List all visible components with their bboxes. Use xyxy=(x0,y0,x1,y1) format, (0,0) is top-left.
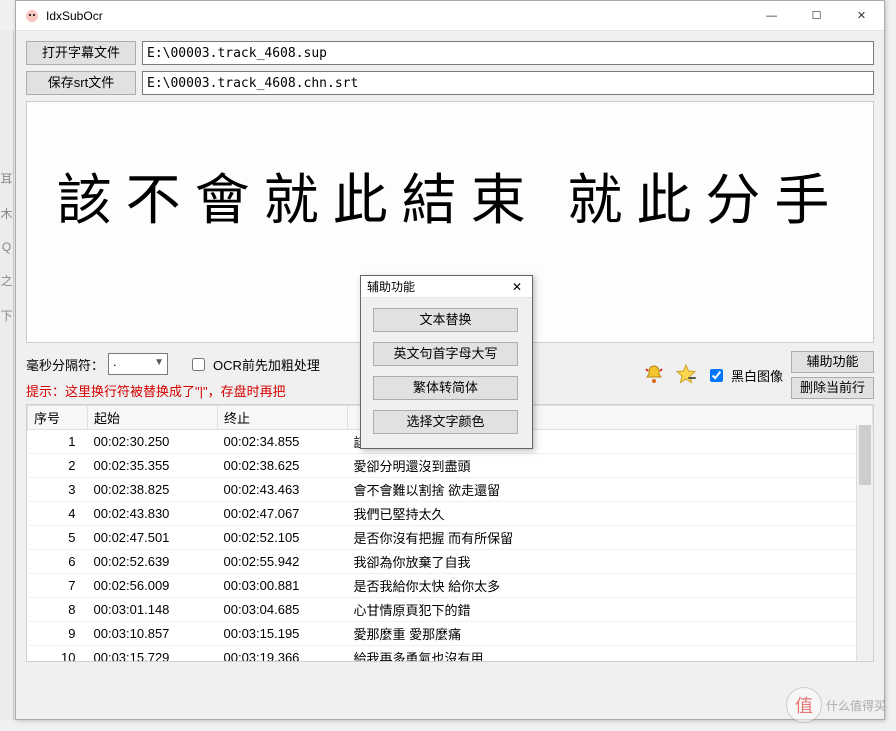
background-sliver: 耳木Q之下 xyxy=(0,30,14,720)
dialog-close-button[interactable]: ✕ xyxy=(506,280,528,294)
bell-icon[interactable] xyxy=(642,363,666,387)
minimize-button[interactable]: — xyxy=(749,1,794,30)
separator-combo[interactable]: . xyxy=(108,353,168,375)
table-row[interactable]: 700:02:56.00900:03:00.881是否我給你太快 給你太多 xyxy=(28,574,873,598)
text-color-button[interactable]: 选择文字颜色 xyxy=(373,410,518,434)
table-row[interactable]: 300:02:38.82500:02:43.463會不會難以割捨 欲走還留 xyxy=(28,478,873,502)
window-title: IdxSubOcr xyxy=(46,9,749,23)
capitalize-button[interactable]: 英文句首字母大写 xyxy=(373,342,518,366)
table-scrollbar[interactable] xyxy=(856,425,873,661)
dialog-title: 辅助功能 xyxy=(367,278,506,295)
table-row[interactable]: 1000:03:15.72900:03:19.366給我再多勇氣也沒有用 xyxy=(28,646,873,663)
col-end[interactable]: 终止 xyxy=(218,406,348,430)
table-row[interactable]: 900:03:10.85700:03:15.195愛那麼重 愛那麼痛 xyxy=(28,622,873,646)
open-path-input[interactable] xyxy=(142,41,874,65)
maximize-button[interactable]: ☐ xyxy=(794,1,839,30)
table-row[interactable]: 600:02:52.63900:02:55.942我卻為你放棄了自我 xyxy=(28,550,873,574)
watermark: 值 什么值得买 xyxy=(786,687,886,723)
text-replace-button[interactable]: 文本替换 xyxy=(373,308,518,332)
bw-checkbox[interactable]: 黑白图像 xyxy=(706,366,783,385)
star-icon[interactable] xyxy=(674,363,698,387)
save-srt-button[interactable]: 保存srt文件 xyxy=(26,71,136,95)
aux-dialog: 辅助功能 ✕ 文本替换 英文句首字母大写 繁体转简体 选择文字颜色 xyxy=(360,275,533,449)
col-start[interactable]: 起始 xyxy=(88,406,218,430)
col-number[interactable]: 序号 xyxy=(28,406,88,430)
ocr-bold-checkbox[interactable]: OCR前先加粗处理 xyxy=(188,355,320,374)
app-icon xyxy=(24,8,40,24)
table-row[interactable]: 800:03:01.14800:03:04.685心甘情原頁犯下的錯 xyxy=(28,598,873,622)
aux-button[interactable]: 辅助功能 xyxy=(791,351,874,373)
save-path-input[interactable] xyxy=(142,71,874,95)
watermark-icon: 值 xyxy=(786,687,822,723)
scroll-thumb[interactable] xyxy=(859,425,871,485)
dialog-titlebar[interactable]: 辅助功能 ✕ xyxy=(361,276,532,298)
table-row[interactable]: 200:02:35.35500:02:38.625愛卻分明還沒到盡頭 xyxy=(28,454,873,478)
delete-row-button[interactable]: 删除当前行 xyxy=(791,377,874,399)
trad-to-simp-button[interactable]: 繁体转简体 xyxy=(373,376,518,400)
table-row[interactable]: 500:02:47.50100:02:52.105是否你沒有把握 而有所保留 xyxy=(28,526,873,550)
open-subtitle-button[interactable]: 打开字幕文件 xyxy=(26,41,136,65)
watermark-text: 什么值得买 xyxy=(826,697,886,714)
close-button[interactable]: ✕ xyxy=(839,1,884,30)
titlebar[interactable]: IdxSubOcr — ☐ ✕ xyxy=(16,1,884,31)
table-row[interactable]: 400:02:43.83000:02:47.067我們已堅持太久 xyxy=(28,502,873,526)
preview-image-text: 該不會就此結束 就此分手 xyxy=(57,155,844,235)
separator-label: 毫秒分隔符： xyxy=(26,355,104,374)
